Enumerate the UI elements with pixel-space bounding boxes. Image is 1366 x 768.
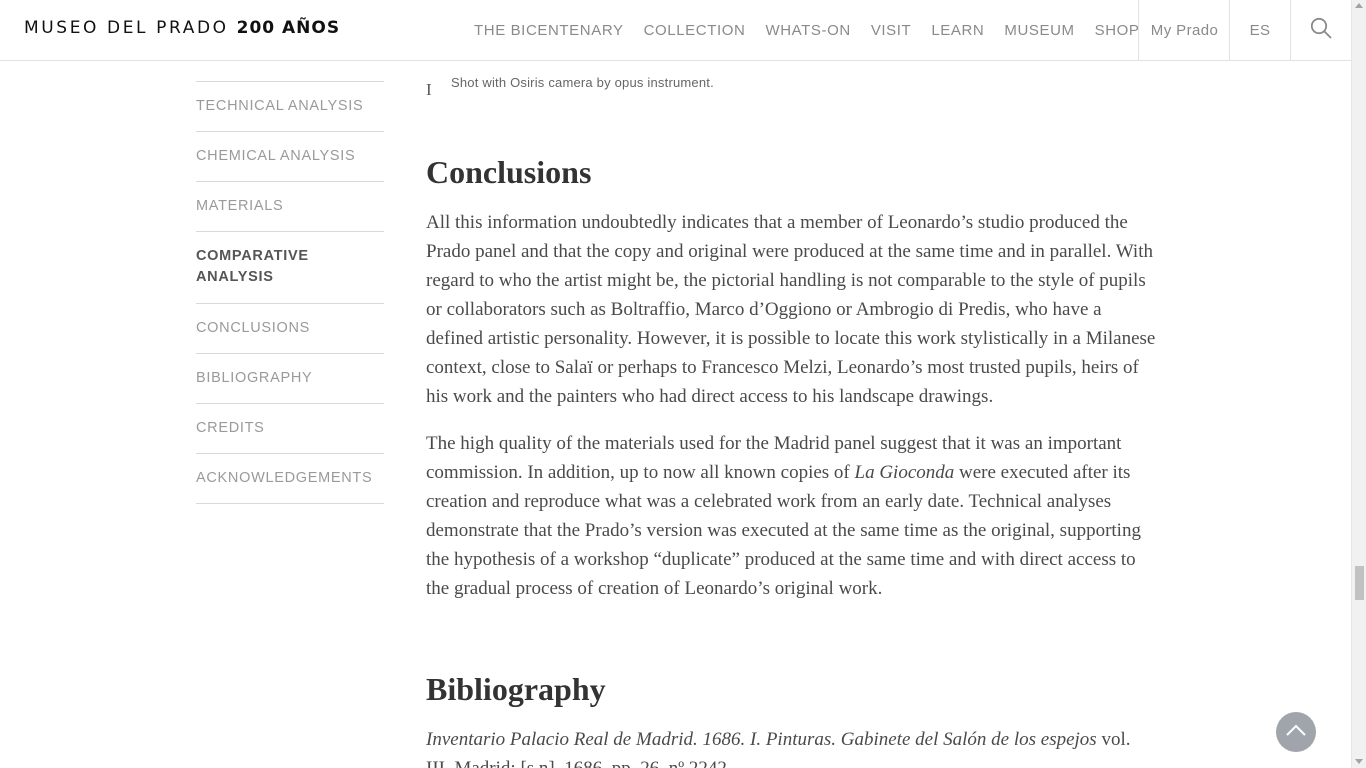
- sidebar-item-materials[interactable]: MATERIALS: [196, 182, 384, 232]
- page-scrollbar[interactable]: [1351, 0, 1366, 768]
- search-button[interactable]: [1290, 0, 1351, 60]
- conclusions-paragraph-1: All this information undoubtedly indicat…: [426, 212, 1156, 407]
- my-prado-link[interactable]: My Prado: [1138, 0, 1230, 60]
- sidebar-item-technical-analysis[interactable]: TECHNICAL ANALYSIS: [196, 82, 384, 132]
- scrollbar-thumb[interactable]: [1355, 566, 1364, 600]
- section-sidebar: TECHNICAL ANALYSIS CHEMICAL ANALYSIS MAT…: [196, 81, 384, 504]
- logo-text: MUSEO DEL PRADO: [24, 18, 229, 38]
- sidebar-item-conclusions[interactable]: CONCLUSIONS: [196, 304, 384, 354]
- sidebar-item-chemical-analysis[interactable]: CHEMICAL ANALYSIS: [196, 132, 384, 182]
- chevron-up-icon: [1285, 723, 1307, 742]
- bibliography-entry: Inventario Palacio Real de Madrid. 1686.…: [426, 725, 1156, 768]
- artwork-title: La Gioconda: [854, 462, 955, 483]
- nav-museum[interactable]: MUSEUM: [994, 22, 1084, 39]
- nav-the-bicentenary[interactable]: THE BICENTENARY: [464, 22, 634, 39]
- bib-title: Inventario Palacio Real de Madrid. 1686.…: [426, 729, 1097, 750]
- search-icon: [1310, 17, 1332, 43]
- language-switch[interactable]: ES: [1229, 0, 1290, 60]
- sidebar-item-comparative-analysis[interactable]: COMPARATIVE ANALYSIS: [196, 232, 384, 304]
- bibliography-heading: Bibliography: [426, 671, 606, 707]
- footnote-number: I: [426, 80, 432, 99]
- nav-learn[interactable]: LEARN: [921, 22, 994, 39]
- nav-visit[interactable]: VISIT: [861, 22, 922, 39]
- site-header: MUSEO DEL PRADO 200 AÑOS THE BICENTENARY…: [0, 0, 1351, 61]
- back-to-top-button[interactable]: [1276, 712, 1316, 752]
- main-nav: THE BICENTENARY COLLECTION WHATS-ON VISI…: [464, 0, 1150, 60]
- sidebar-item-bibliography[interactable]: BIBLIOGRAPHY: [196, 354, 384, 404]
- scroll-up-arrow-icon[interactable]: [1355, 3, 1363, 8]
- nav-collection[interactable]: COLLECTION: [634, 22, 756, 39]
- nav-whats-on[interactable]: WHATS-ON: [755, 22, 860, 39]
- footnote-text: Shot with Osiris camera by opus instrume…: [451, 75, 714, 90]
- conclusions-paragraph-2: The high quality of the materials used f…: [426, 429, 1156, 603]
- sidebar-item-credits[interactable]: CREDITS: [196, 404, 384, 454]
- conclusions-heading: Conclusions: [426, 154, 592, 190]
- sidebar-item-acknowledgements[interactable]: ACKNOWLEDGEMENTS: [196, 454, 384, 504]
- logo-bold-text: 200 AÑOS: [236, 18, 341, 38]
- site-logo[interactable]: MUSEO DEL PRADO 200 AÑOS: [24, 18, 340, 38]
- scroll-down-arrow-icon[interactable]: [1355, 759, 1363, 764]
